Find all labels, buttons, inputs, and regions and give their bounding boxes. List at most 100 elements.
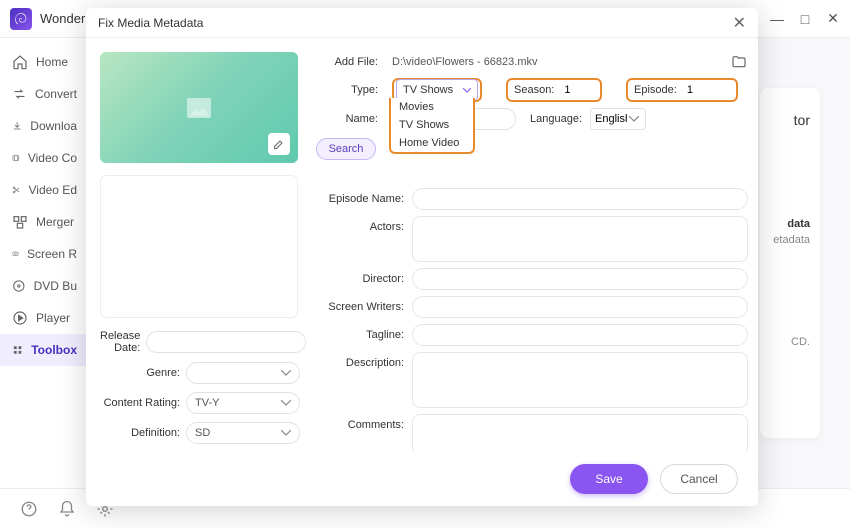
content-rating-label: Content Rating:	[100, 397, 186, 409]
file-path: D:\video\Flowers - 66823.mkv	[384, 52, 726, 72]
tagline-label: Tagline:	[316, 324, 412, 346]
episode-name-label: Episode Name:	[316, 188, 412, 210]
description-input[interactable]	[412, 352, 748, 408]
modal-footer: Save Cancel	[86, 452, 758, 506]
tagline-input[interactable]	[412, 324, 748, 346]
modal-title: Fix Media Metadata	[98, 16, 203, 30]
sidebar-item-video-compress[interactable]: Video Co	[0, 142, 89, 174]
season-label: Season:	[508, 84, 560, 96]
maximize-button[interactable]: □	[798, 12, 812, 26]
language-select[interactable]: English	[590, 108, 646, 130]
help-icon[interactable]	[20, 500, 38, 518]
grid-icon	[12, 342, 23, 358]
director-label: Director:	[316, 268, 412, 290]
add-file-label: Add File:	[316, 56, 384, 68]
type-value: TV Shows	[403, 84, 453, 96]
sidebar-item-screen-rec[interactable]: Screen R	[0, 238, 89, 270]
type-option-movies[interactable]: Movies	[391, 98, 473, 116]
episode-label: Episode:	[628, 84, 683, 96]
type-label: Type:	[316, 84, 384, 96]
play-icon	[12, 310, 28, 326]
background-card: tor data etadata CD.	[760, 88, 820, 438]
edit-thumbnail-button[interactable]	[268, 133, 290, 155]
results-list	[100, 175, 298, 318]
sidebar-item-toolbox[interactable]: Toolbox	[0, 334, 89, 366]
type-season-episode-row: Type: TV Shows Season: Episode:	[316, 78, 748, 102]
bg-text: etadata	[770, 234, 810, 246]
download-icon	[12, 118, 22, 134]
actors-input[interactable]	[412, 216, 748, 262]
sidebar-item-label: Player	[36, 311, 70, 325]
sidebar-item-dvd[interactable]: DVD Bu	[0, 270, 89, 302]
type-option-tvshows[interactable]: TV Shows	[391, 116, 473, 134]
episode-box: Episode:	[626, 78, 738, 102]
episode-name-input[interactable]	[412, 188, 748, 210]
fix-metadata-modal: Fix Media Metadata ✕ Release Date: Genre…	[86, 8, 758, 506]
bg-text: data	[770, 218, 810, 230]
left-column: Release Date: Genre: Content Rating: TV-…	[100, 52, 300, 452]
release-date-input[interactable]	[146, 331, 306, 353]
save-button[interactable]: Save	[570, 464, 648, 494]
genre-label: Genre:	[100, 367, 186, 379]
convert-icon	[12, 86, 27, 102]
comments-input[interactable]	[412, 414, 748, 452]
screen-writers-label: Screen Writers:	[316, 296, 412, 318]
compress-icon	[12, 150, 20, 166]
actors-label: Actors:	[316, 216, 412, 238]
media-thumbnail	[100, 52, 298, 163]
sidebar-item-player[interactable]: Player	[0, 302, 89, 334]
sidebar-item-merger[interactable]: Merger	[0, 206, 89, 238]
window-controls: — □ ✕	[770, 12, 840, 26]
definition-select[interactable]: SD	[186, 422, 300, 444]
scissors-icon	[12, 182, 21, 198]
sidebar-item-label: Downloa	[30, 119, 77, 133]
release-date-label: Release Date:	[100, 330, 146, 354]
minimize-button[interactable]: —	[770, 12, 784, 26]
episode-input[interactable]	[683, 80, 731, 100]
folder-icon[interactable]	[730, 54, 748, 70]
left-metadata-form: Release Date: Genre: Content Rating: TV-…	[100, 330, 300, 452]
sidebar-item-convert[interactable]: Convert	[0, 78, 89, 110]
sidebar-item-label: DVD Bu	[34, 279, 77, 293]
sidebar: Home Convert Downloa Video Co Video Ed M…	[0, 38, 90, 488]
merge-icon	[12, 214, 28, 230]
sidebar-item-home[interactable]: Home	[0, 46, 89, 78]
right-column: Add File: D:\video\Flowers - 66823.mkv T…	[316, 52, 748, 452]
modal-header: Fix Media Metadata ✕	[86, 8, 758, 38]
close-window-button[interactable]: ✕	[826, 12, 840, 26]
language-label: Language:	[524, 113, 582, 125]
logo-swirl-icon	[14, 12, 28, 26]
app-name: Wonder	[40, 11, 85, 26]
record-icon	[12, 246, 19, 262]
content-rating-select[interactable]: TV-Y	[186, 392, 300, 414]
name-language-row: Name: Language: English	[316, 108, 748, 130]
search-row: Search	[316, 138, 748, 160]
sidebar-item-label: Toolbox	[31, 343, 77, 357]
bg-text: tor	[770, 112, 810, 128]
cancel-button[interactable]: Cancel	[660, 464, 738, 494]
type-option-homevideo[interactable]: Home Video	[391, 134, 473, 152]
bell-icon[interactable]	[58, 500, 76, 518]
sidebar-item-label: Convert	[35, 87, 77, 101]
disc-icon	[12, 278, 26, 294]
sidebar-item-label: Home	[36, 55, 68, 69]
chevron-down-icon	[463, 88, 471, 93]
name-label: Name:	[316, 113, 384, 125]
comments-label: Comments:	[316, 414, 412, 436]
season-box: Season:	[506, 78, 602, 102]
definition-label: Definition:	[100, 427, 186, 439]
description-label: Description:	[316, 352, 412, 374]
director-input[interactable]	[412, 268, 748, 290]
type-dropdown: Movies TV Shows Home Video	[389, 98, 475, 154]
sidebar-item-download[interactable]: Downloa	[0, 110, 89, 142]
sidebar-item-label: Screen R	[27, 247, 77, 261]
sidebar-item-label: Merger	[36, 215, 74, 229]
modal-close-button[interactable]: ✕	[733, 13, 746, 33]
sidebar-item-video-edit[interactable]: Video Ed	[0, 174, 89, 206]
season-input[interactable]	[560, 80, 608, 100]
search-button[interactable]: Search	[316, 138, 376, 160]
image-placeholder-icon	[187, 98, 211, 118]
sidebar-item-label: Video Co	[28, 151, 77, 165]
genre-select[interactable]	[186, 362, 300, 384]
screen-writers-input[interactable]	[412, 296, 748, 318]
